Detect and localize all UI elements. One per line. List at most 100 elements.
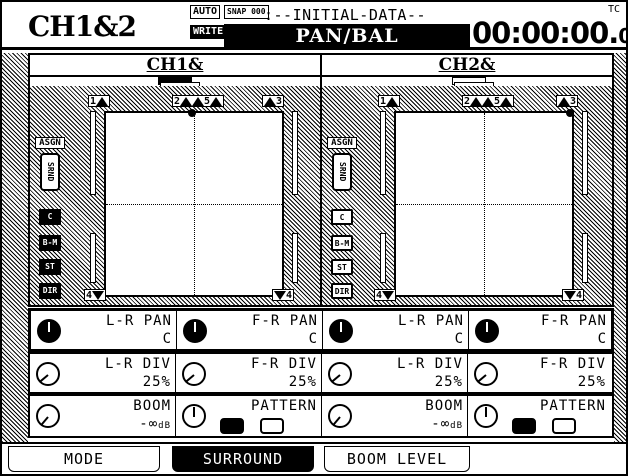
knob-icon[interactable]	[182, 404, 206, 428]
level-bar	[292, 111, 298, 195]
speaker-4-marker-right: 4	[272, 289, 295, 301]
timecode: 00:00:00.00	[472, 16, 626, 50]
ch2-boom-value: -∞dB	[431, 416, 463, 432]
speaker-4-marker-right: 4	[562, 289, 585, 301]
ch2-fr-pan[interactable]: F-R PAN C	[469, 311, 611, 349]
channel-panel-1: CH1& ASGN SRND C B-M ST DIR 1 25 3 4 4	[28, 53, 322, 307]
speaker-3-label: 3	[570, 96, 577, 107]
screen-title: PAN/BAL SURROUND	[224, 24, 470, 71]
speaker-3-marker: 3	[556, 95, 579, 107]
ch2-lr-div-value: 25%	[434, 374, 463, 390]
ch1-boom-unit: dB	[158, 421, 171, 431]
pattern-a-button[interactable]	[512, 418, 536, 434]
assign-bm-button[interactable]: B-M	[331, 235, 353, 251]
level-bar	[90, 233, 96, 283]
knob-icon[interactable]	[329, 319, 353, 343]
ch2-lr-pan[interactable]: L-R PAN C	[323, 311, 469, 349]
ch1-fr-pan-value: C	[308, 331, 318, 347]
ch2-lr-div-label: L-R DIV	[396, 356, 463, 372]
assign-dir-button[interactable]: DIR	[39, 283, 61, 299]
ch1-fr-div-label: F-R DIV	[250, 356, 317, 372]
level-bar	[582, 111, 588, 195]
speaker-1-marker: 1	[378, 95, 401, 107]
srnd-button[interactable]: SRND	[40, 153, 60, 191]
ch1-lr-div-label: L-R DIV	[104, 356, 171, 372]
speaker-up-icon	[386, 96, 399, 106]
timecode-main: 00:00:00.	[472, 16, 619, 50]
knob-icon[interactable]	[328, 362, 352, 386]
assign-c-button[interactable]: C	[39, 209, 61, 225]
ch2-pattern[interactable]: PATTERN	[468, 396, 610, 436]
speaker-up-icon	[482, 96, 495, 106]
assign-dir-button[interactable]: DIR	[331, 283, 353, 299]
assign-st-button[interactable]: ST	[39, 259, 61, 275]
write-badge: WRITE	[190, 25, 227, 39]
channel-1-title-text: CH1&	[146, 55, 204, 75]
ch1-lr-div-value: 25%	[142, 374, 171, 390]
ch2-fr-div[interactable]: F-R DIV 25%	[468, 354, 610, 392]
knob-icon[interactable]	[183, 319, 207, 343]
ch2-pattern-label: PATTERN	[539, 398, 606, 414]
pan-row: L-R PAN C F-R PAN C L-R PAN C F-R PAN C	[28, 308, 614, 352]
speaker-1-marker: 1	[88, 95, 111, 107]
ch1-boom[interactable]: BOOM -∞dB	[30, 396, 176, 436]
knob-icon[interactable]	[36, 404, 60, 428]
channel-2-title: CH2&	[322, 55, 612, 77]
speaker-down-icon	[274, 290, 286, 300]
speaker-up-icon	[180, 96, 193, 106]
ch2-fr-pan-label: F-R PAN	[540, 313, 607, 329]
pan-position-dot[interactable]	[188, 109, 196, 117]
ch2-lr-pan-value: C	[454, 331, 464, 347]
knob-icon[interactable]	[328, 404, 352, 428]
speaker-up-icon	[96, 96, 109, 106]
knob-icon[interactable]	[474, 362, 498, 386]
speaker-4-label: 4	[286, 290, 293, 301]
tab-mode[interactable]: MODE	[8, 446, 160, 472]
speaker-up-icon	[264, 96, 276, 106]
right-hatch	[614, 53, 626, 442]
scene-name: :--INITIAL-DATA--	[264, 6, 427, 24]
pan-position-field-2[interactable]	[394, 109, 574, 297]
surround-pan-screen: CH1&2 AUTO WRITE SNAP 000 :--INITIAL-DAT…	[0, 0, 628, 476]
ch1-lr-pan[interactable]: L-R PAN C	[31, 311, 177, 349]
speaker-2-marker: 25	[462, 95, 515, 107]
auto-badge: AUTO	[190, 5, 221, 19]
timecode-frames: 00	[618, 24, 626, 48]
divergence-row: L-R DIV 25% F-R DIV 25% L-R DIV 25% F-R …	[28, 352, 614, 394]
speaker-down-icon	[564, 290, 576, 300]
ch1-fr-pan[interactable]: F-R PAN C	[177, 311, 323, 349]
knob-icon[interactable]	[37, 319, 61, 343]
ch2-boom[interactable]: BOOM -∞dB	[322, 396, 468, 436]
speaker-4-marker-left: 4	[84, 289, 107, 301]
channel-panel-2: CH2& ASGN SRND C B-M ST DIR 1 25 3 4 4	[320, 53, 614, 307]
pattern-b-button[interactable]	[260, 418, 284, 434]
tab-surround[interactable]: SURROUND	[172, 446, 314, 472]
ch1-pattern-label: PATTERN	[250, 398, 317, 414]
level-bar	[380, 111, 386, 195]
knob-icon[interactable]	[474, 404, 498, 428]
pan-horizontal-axis	[106, 204, 282, 205]
ch1-pattern[interactable]: PATTERN	[176, 396, 322, 436]
pan-horizontal-axis	[396, 204, 572, 205]
assign-bm-button[interactable]: B-M	[39, 235, 61, 251]
knob-icon[interactable]	[182, 362, 206, 386]
ch1-fr-pan-label: F-R PAN	[251, 313, 318, 329]
channel-1-title: CH1&	[30, 55, 320, 77]
knob-icon[interactable]	[36, 362, 60, 386]
srnd-button[interactable]: SRND	[332, 153, 352, 191]
ch1-lr-div[interactable]: L-R DIV 25%	[30, 354, 176, 392]
level-bar	[292, 233, 298, 283]
assign-c-button[interactable]: C	[331, 209, 353, 225]
pan-position-dot[interactable]	[566, 109, 574, 117]
level-bar	[380, 233, 386, 283]
tab-boom-level[interactable]: BOOM LEVEL	[324, 446, 470, 472]
ch2-boom-number: -∞	[431, 416, 451, 432]
pattern-a-button[interactable]	[220, 418, 244, 434]
pan-position-field-1[interactable]	[104, 109, 284, 297]
assign-st-button[interactable]: ST	[331, 259, 353, 275]
knob-icon[interactable]	[475, 319, 499, 343]
ch1-boom-number: -∞	[139, 416, 159, 432]
ch2-lr-div[interactable]: L-R DIV 25%	[322, 354, 468, 392]
pattern-b-button[interactable]	[552, 418, 576, 434]
ch1-fr-div[interactable]: F-R DIV 25%	[176, 354, 322, 392]
